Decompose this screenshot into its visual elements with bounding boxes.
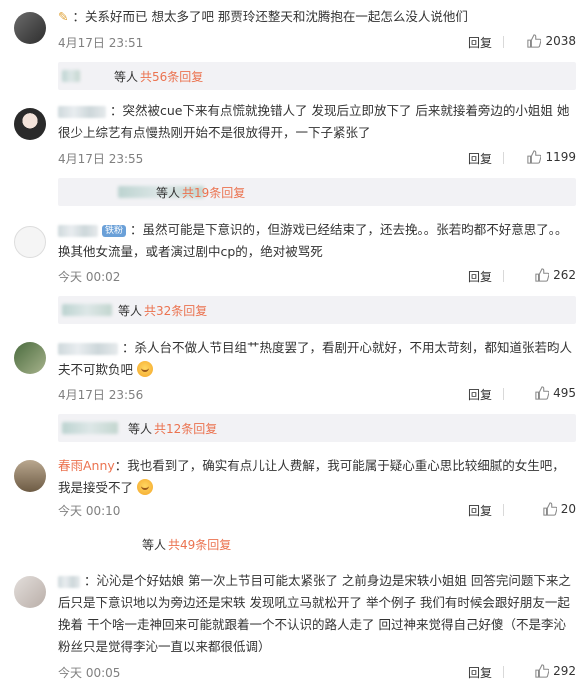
timestamp: 4月17日 23:55	[58, 152, 144, 166]
sub-replies-text: 等人 共32条回复	[118, 302, 207, 319]
like-count: 1199	[545, 150, 576, 164]
username-blurred[interactable]	[58, 575, 80, 588]
like-button[interactable]: 1199	[527, 150, 576, 164]
comment-text: ：突然被cue下来有点慌就挽错人了 发现后立即放下了 后来就接着旁边的小姐姐 她…	[58, 103, 570, 140]
emoji-icon	[137, 479, 153, 495]
reply-button[interactable]: 回复	[468, 268, 492, 285]
like-count: 2038	[545, 34, 576, 48]
reply-button[interactable]: 回复	[468, 664, 492, 681]
reply-count[interactable]: 共56条回复	[140, 70, 203, 84]
thumbs-up-icon	[527, 34, 542, 48]
fan-badge: 铁粉	[101, 224, 126, 237]
divider	[503, 36, 504, 48]
comment-text: ：杀人台不做人节目组艹热度罢了，看剧开心就好，不用太苛刻，都知道张若昀人夫不可欺…	[58, 340, 572, 377]
divider	[503, 388, 504, 400]
sub-replies-text: 等人 共19条回复	[156, 184, 245, 201]
thumbs-up-icon	[527, 150, 542, 164]
sub-replies-who: 等人	[118, 304, 143, 318]
avatar[interactable]	[14, 12, 46, 44]
comment-meta: 4月17日 23:56 回复 495	[58, 386, 576, 406]
comment-body: ：杀人台不做人节目组艹热度罢了，看剧开心就好，不用太苛刻，都知道张若昀人夫不可欺…	[58, 337, 576, 381]
like-count: 262	[553, 268, 576, 282]
thumbs-up-icon	[535, 664, 550, 678]
pencil-icon: ✎	[58, 9, 69, 24]
username-blurred[interactable]	[58, 105, 106, 118]
sub-replies-link[interactable]: 等人 共19条回复	[58, 178, 576, 206]
avatar[interactable]	[14, 460, 46, 492]
blurred-avatar	[62, 70, 80, 82]
comment-meta: 今天 00:10 回复 20	[58, 502, 576, 522]
divider	[503, 152, 504, 164]
comment-body: ✎ ：关系好而已 想太多了吧 那贾玲还整天和沈腾抱在一起怎么没人说他们	[58, 6, 576, 28]
username-blurred[interactable]	[58, 342, 118, 355]
blurred-avatar	[62, 304, 112, 316]
sub-replies-who: 等人	[156, 186, 181, 200]
sub-replies-link[interactable]: 等人 共56条回复	[58, 62, 576, 90]
comment-meta: 今天 00:05 回复 292	[58, 664, 576, 684]
comment-meta: 今天 00:02 回复 262	[58, 268, 576, 288]
like-count: 495	[553, 386, 576, 400]
reply-button[interactable]: 回复	[468, 386, 492, 403]
emoji-icon	[137, 361, 153, 377]
sub-replies-text: 等人 共12条回复	[128, 420, 217, 437]
like-button[interactable]: 20	[543, 502, 576, 516]
sub-replies-link[interactable]: 等人 共49条回复	[58, 530, 576, 558]
timestamp: 4月17日 23:56	[58, 388, 144, 402]
comment-meta: 4月17日 23:55 回复 1199	[58, 150, 576, 170]
thumbs-up-icon	[543, 502, 558, 516]
reply-count[interactable]: 共49条回复	[168, 538, 231, 552]
sub-replies-text: 等人 共56条回复	[114, 68, 203, 85]
avatar[interactable]	[14, 226, 46, 258]
timestamp: 今天 00:05	[58, 666, 121, 680]
sub-replies-text: 等人 共49条回复	[142, 536, 231, 553]
divider	[503, 504, 504, 516]
reply-count[interactable]: 共12条回复	[154, 422, 217, 436]
reply-button[interactable]: 回复	[468, 502, 492, 519]
blurred-avatar	[62, 422, 118, 434]
username-blurred[interactable]	[58, 224, 98, 237]
sub-replies-link[interactable]: 等人 共32条回复	[58, 296, 576, 324]
like-button[interactable]: 262	[535, 268, 576, 282]
sub-replies-who: 等人	[114, 70, 139, 84]
sub-replies-link[interactable]: 等人 共12条回复	[58, 414, 576, 442]
comment-body: ：突然被cue下来有点慌就挽错人了 发现后立即放下了 后来就接着旁边的小姐姐 她…	[58, 100, 576, 144]
divider	[503, 270, 504, 282]
timestamp: 今天 00:10	[58, 504, 121, 518]
like-count: 20	[560, 502, 576, 516]
like-button[interactable]: 495	[535, 386, 576, 400]
username[interactable]: 春雨Anny	[58, 458, 115, 473]
comment-text: ：我也看到了，确实有点儿让人费解，我可能属于疑心重心思比较细腻的女生吧，我是接受…	[58, 458, 565, 495]
comment-body: 春雨Anny：我也看到了，确实有点儿让人费解，我可能属于疑心重心思比较细腻的女生…	[58, 455, 576, 499]
avatar[interactable]	[14, 108, 46, 140]
avatar[interactable]	[14, 576, 46, 608]
sub-replies-who: 等人	[142, 538, 167, 552]
like-count: 292	[553, 664, 576, 678]
comment-text: ：沁沁是个好姑娘 第一次上节目可能太紧张了 之前身边是宋轶小姐姐 回答完问题下来…	[58, 573, 571, 654]
like-button[interactable]: 2038	[527, 34, 576, 48]
divider	[503, 666, 504, 678]
comment-text: ：虽然可能是下意识的，但游戏已经结束了，还去挽。。张若昀都不好意思了。。换其他女…	[58, 222, 568, 259]
timestamp: 4月17日 23:51	[58, 36, 144, 50]
thumbs-up-icon	[535, 386, 550, 400]
reply-button[interactable]: 回复	[468, 150, 492, 167]
sub-replies-who: 等人	[128, 422, 153, 436]
comment-text: ：关系好而已 想太多了吧 那贾玲还整天和沈腾抱在一起怎么没人说他们	[72, 9, 468, 24]
avatar[interactable]	[14, 342, 46, 374]
reply-count[interactable]: 共32条回复	[144, 304, 207, 318]
reply-count[interactable]: 共19条回复	[182, 186, 245, 200]
comment-body: ：沁沁是个好姑娘 第一次上节目可能太紧张了 之前身边是宋轶小姐姐 回答完问题下来…	[58, 570, 576, 658]
comment-body: 铁粉 ：虽然可能是下意识的，但游戏已经结束了，还去挽。。张若昀都不好意思了。。换…	[58, 219, 576, 263]
timestamp: 今天 00:02	[58, 270, 121, 284]
reply-button[interactable]: 回复	[468, 34, 492, 51]
thumbs-up-icon	[535, 268, 550, 282]
like-button[interactable]: 292	[535, 664, 576, 678]
comment-meta: 4月17日 23:51 回复 2038	[58, 34, 576, 54]
